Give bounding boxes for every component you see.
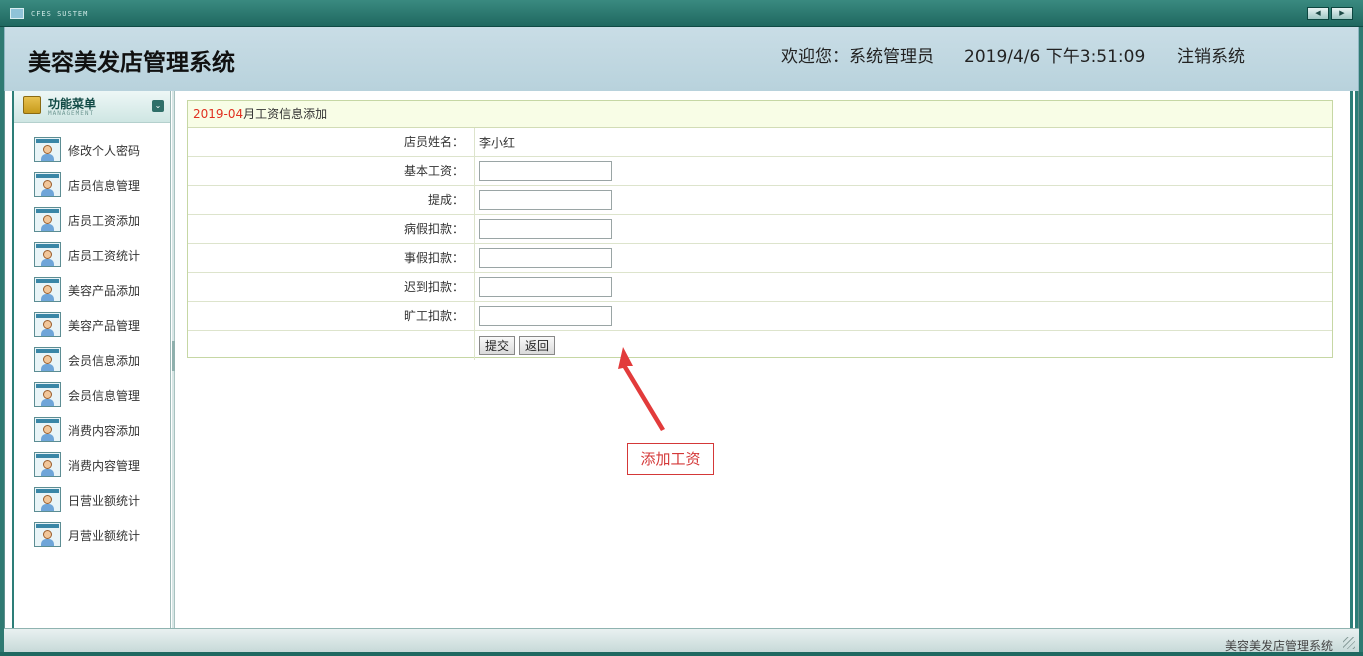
sidebar-item-member-manage[interactable]: 会员信息管理 (14, 382, 170, 417)
commission-input[interactable] (479, 190, 612, 210)
sidebar-item-label: 店员信息管理 (68, 179, 141, 193)
user-card-icon (34, 172, 61, 197)
sidebar-item-product-manage[interactable]: 美容产品管理 (14, 312, 170, 347)
form-title: 2019-04月工资信息添加 (188, 101, 1332, 128)
user-card-icon (34, 242, 61, 267)
sick-leave-label: 病假扣款： (188, 215, 475, 243)
personal-leave-label: 事假扣款： (188, 244, 475, 272)
base-salary-label: 基本工资： (188, 157, 475, 185)
right-border-strip (1347, 91, 1358, 628)
form-title-month: 2019-04 (193, 107, 244, 121)
form-row-employee: 店员姓名： 李小红 (188, 128, 1332, 157)
window-title-bar: CFES SUSTEM ◀ ▶ (0, 0, 1363, 27)
user-card-icon (34, 277, 61, 302)
late-input[interactable] (479, 277, 612, 297)
sidebar-item-salary-add[interactable]: 店员工资添加 (14, 207, 170, 242)
user-card-icon (34, 137, 61, 162)
user-card-icon (34, 522, 61, 547)
prev-arrow-icon[interactable]: ◀ (1307, 7, 1329, 20)
splitter-grip[interactable] (172, 341, 175, 371)
sidebar-item-member-add[interactable]: 会员信息添加 (14, 347, 170, 382)
bottom-edge (0, 652, 1363, 656)
app-title: 美容美发店管理系统 (28, 50, 235, 76)
sick-leave-input[interactable] (479, 219, 612, 239)
next-arrow-icon[interactable]: ▶ (1331, 7, 1353, 20)
sidebar-item-salary-stats[interactable]: 店员工资统计 (14, 242, 170, 277)
panel-splitter[interactable] (172, 91, 175, 628)
late-label: 迟到扣款： (188, 273, 475, 301)
sidebar-item-label: 消费内容管理 (68, 459, 141, 473)
sidebar-item-label: 店员工资统计 (68, 249, 141, 263)
form-row-sick-leave: 病假扣款： (188, 215, 1332, 244)
logout-link[interactable]: 注销系统 (1177, 42, 1245, 67)
submit-button[interactable]: 提交 (479, 336, 516, 355)
menu-icon (23, 96, 41, 114)
sidebar-item-label: 会员信息添加 (68, 354, 141, 368)
form-row-actions: 提交 返回 (188, 331, 1332, 360)
form-row-base-salary: 基本工资： (188, 157, 1332, 186)
user-card-icon (34, 347, 61, 372)
form-row-personal-leave: 事假扣款： (188, 244, 1332, 273)
absence-label: 旷工扣款： (188, 302, 475, 330)
user-card-icon (34, 207, 61, 232)
user-card-icon (34, 452, 61, 477)
user-card-icon (34, 382, 61, 407)
user-card-icon (34, 312, 61, 337)
form-title-text: 月工资信息添加 (243, 107, 328, 121)
sidebar-item-daily-revenue[interactable]: 日营业额统计 (14, 487, 170, 522)
form-row-late: 迟到扣款： (188, 273, 1332, 302)
commission-label: 提成： (188, 186, 475, 214)
main-frame: 功能菜单 MANAGEMENT ⌄ 修改个人密码 店员信息管理 店员工资添加 店… (4, 91, 1359, 628)
menu-subtitle: MANAGEMENT (48, 110, 95, 117)
base-salary-input[interactable] (479, 161, 612, 181)
status-bar: 美容美发店管理系统 (4, 628, 1359, 653)
sidebar-item-monthly-revenue[interactable]: 月营业额统计 (14, 522, 170, 557)
window-nav-buttons: ◀ ▶ (1307, 7, 1353, 20)
app-header: 美容美发店管理系统 欢迎您：系统管理员 2019/4/6 下午3:51:09 注… (4, 27, 1359, 91)
salary-form-panel: 2019-04月工资信息添加 店员姓名： 李小红 基本工资： 提成： 病假扣款：… (187, 100, 1333, 360)
sidebar-item-label: 修改个人密码 (68, 144, 141, 158)
employee-label: 店员姓名： (188, 128, 475, 156)
absence-input[interactable] (479, 306, 612, 326)
sidebar-item-staff-info[interactable]: 店员信息管理 (14, 172, 170, 207)
sidebar-item-consume-add[interactable]: 消费内容添加 (14, 417, 170, 452)
annotation-label: 添加工资 (627, 443, 714, 475)
user-card-icon (34, 417, 61, 442)
sidebar-item-label: 日营业额统计 (68, 494, 141, 508)
sidebar-item-label: 美容产品管理 (68, 319, 141, 333)
system-label: CFES SUSTEM (31, 10, 89, 18)
personal-leave-input[interactable] (479, 248, 612, 268)
annotation-arrow (618, 347, 665, 431)
sidebar: 功能菜单 MANAGEMENT ⌄ 修改个人密码 店员信息管理 店员工资添加 店… (12, 91, 171, 628)
menu-list: 修改个人密码 店员信息管理 店员工资添加 店员工资统计 美容产品添加 美容产品管… (14, 123, 170, 557)
resize-grip-icon[interactable] (1343, 637, 1355, 649)
sidebar-item-label: 消费内容添加 (68, 424, 141, 438)
monitor-icon (10, 8, 24, 19)
sidebar-item-product-add[interactable]: 美容产品添加 (14, 277, 170, 312)
sidebar-item-label: 会员信息管理 (68, 389, 141, 403)
current-datetime: 2019/4/6 下午3:51:09 (964, 47, 1146, 67)
sidebar-item-consume-manage[interactable]: 消费内容管理 (14, 452, 170, 487)
employee-name: 李小红 (479, 135, 516, 150)
sidebar-item-change-password[interactable]: 修改个人密码 (14, 137, 170, 172)
user-card-icon (34, 487, 61, 512)
actions-spacer (188, 331, 475, 360)
back-button[interactable]: 返回 (519, 336, 556, 355)
sidebar-item-label: 月营业额统计 (68, 529, 141, 543)
collapse-icon[interactable]: ⌄ (152, 100, 164, 112)
form-row-commission: 提成： (188, 186, 1332, 215)
form-row-absence: 旷工扣款： (188, 302, 1332, 331)
menu-header: 功能菜单 MANAGEMENT ⌄ (14, 91, 170, 123)
sidebar-item-label: 美容产品添加 (68, 284, 141, 298)
sidebar-item-label: 店员工资添加 (68, 214, 141, 228)
welcome-text: 欢迎您：系统管理员 (781, 47, 934, 67)
